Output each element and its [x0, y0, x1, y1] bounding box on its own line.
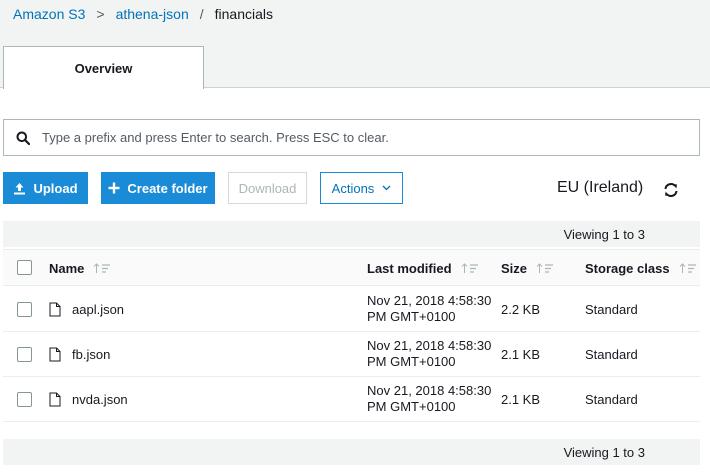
- file-name-link[interactable]: fb.json: [49, 347, 110, 362]
- region-label: EU (Ireland): [557, 179, 644, 196]
- column-header-label: Last modified: [367, 261, 452, 276]
- upload-icon: [14, 182, 26, 194]
- file-icon: [49, 302, 61, 317]
- column-header-name[interactable]: Name: [49, 261, 111, 276]
- last-modified-time: PM GMT+0100: [367, 354, 456, 369]
- file-size: 2.1 KB: [501, 347, 541, 362]
- storage-class: Standard: [585, 392, 638, 407]
- last-modified: Nov 21, 2018 4:58:30 PM GMT+0100: [367, 383, 497, 415]
- row-checkbox[interactable]: [17, 392, 32, 407]
- storage-class: Standard: [585, 347, 638, 362]
- breadcrumb-current-folder: financials: [214, 6, 273, 22]
- file-size: 2.2 KB: [501, 302, 541, 317]
- plus-icon: [108, 182, 120, 194]
- file-size: 2.1 KB: [501, 392, 541, 407]
- column-header-size[interactable]: Size: [501, 261, 554, 276]
- actions-button[interactable]: Actions: [320, 172, 403, 204]
- last-modified-time: PM GMT+0100: [367, 399, 456, 414]
- table-row[interactable]: aapl.json Nov 21, 2018 4:58:30 PM GMT+01…: [3, 287, 700, 332]
- pagination-text: Viewing 1 to 3: [563, 445, 645, 460]
- refresh-icon[interactable]: [662, 181, 680, 199]
- pagination-text: Viewing 1 to 3: [563, 227, 645, 242]
- search-input[interactable]: [42, 122, 699, 153]
- file-name: fb.json: [72, 347, 111, 362]
- file-name-link[interactable]: aapl.json: [49, 302, 124, 317]
- column-header-label: Size: [501, 261, 528, 276]
- row-checkbox[interactable]: [17, 347, 32, 362]
- search-icon: [4, 131, 42, 145]
- column-header-label: Name: [49, 261, 85, 276]
- create-folder-button-label: Create folder: [127, 180, 208, 196]
- tab-overview[interactable]: Overview: [3, 46, 204, 89]
- file-name: aapl.json: [72, 302, 125, 317]
- table-row[interactable]: fb.json Nov 21, 2018 4:58:30 PM GMT+0100…: [3, 332, 700, 377]
- column-header-storage-class[interactable]: Storage class: [585, 261, 697, 276]
- select-all-checkbox[interactable]: [17, 260, 32, 275]
- upload-button-label: Upload: [33, 180, 78, 196]
- actions-button-label: Actions: [331, 180, 375, 196]
- file-icon: [49, 347, 61, 362]
- breadcrumb: Amazon S3 > athena-json / financials: [13, 6, 273, 22]
- last-modified: Nov 21, 2018 4:58:30 PM GMT+0100: [367, 293, 497, 325]
- sort-icon: [679, 263, 696, 273]
- breadcrumb-separator: >: [96, 6, 105, 22]
- last-modified-date: Nov 21, 2018 4:58:30: [367, 338, 492, 353]
- sort-icon: [536, 263, 554, 273]
- table-header: Name Last modified Size Storage class: [3, 249, 700, 286]
- search-bar: [3, 119, 700, 156]
- last-modified-date: Nov 21, 2018 4:58:30: [367, 383, 492, 398]
- file-icon: [49, 392, 61, 407]
- sort-icon: [94, 263, 111, 273]
- breadcrumb-bucket[interactable]: athena-json: [116, 6, 189, 22]
- sort-icon: [461, 263, 478, 273]
- table-row[interactable]: nvda.json Nov 21, 2018 4:58:30 PM GMT+01…: [3, 377, 700, 422]
- upload-button[interactable]: Upload: [3, 172, 88, 204]
- pagination-bar-bottom: Viewing 1 to 3: [3, 439, 700, 465]
- column-header-label: Storage class: [585, 261, 670, 276]
- last-modified-date: Nov 21, 2018 4:58:30: [367, 293, 492, 308]
- download-button[interactable]: Download: [228, 172, 307, 204]
- create-folder-button[interactable]: Create folder: [101, 172, 215, 204]
- file-name-link[interactable]: nvda.json: [49, 392, 128, 407]
- storage-class: Standard: [585, 302, 638, 317]
- chevron-down-icon: [382, 185, 391, 191]
- breadcrumb-amazon-s3[interactable]: Amazon S3: [13, 6, 85, 22]
- row-checkbox[interactable]: [17, 302, 32, 317]
- header-band: Amazon S3 > athena-json / financials Ove…: [0, 0, 710, 89]
- last-modified: Nov 21, 2018 4:58:30 PM GMT+0100: [367, 338, 497, 370]
- pagination-bar-top: Viewing 1 to 3: [3, 221, 700, 247]
- file-name: nvda.json: [72, 392, 128, 407]
- column-header-last-modified[interactable]: Last modified: [367, 261, 479, 276]
- last-modified-time: PM GMT+0100: [367, 309, 456, 324]
- breadcrumb-separator: /: [199, 6, 204, 22]
